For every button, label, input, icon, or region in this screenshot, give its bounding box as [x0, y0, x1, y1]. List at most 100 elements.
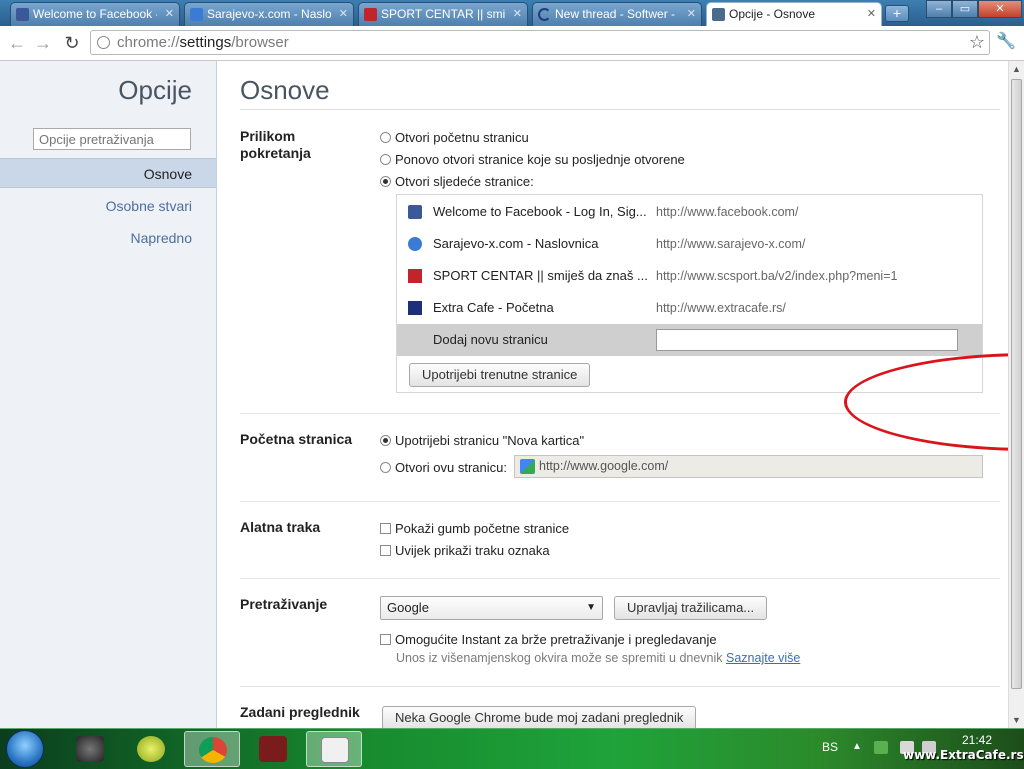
back-button[interactable]: ← — [6, 32, 28, 54]
scrollbar[interactable]: ▲ ▼ — [1008, 61, 1024, 728]
close-icon[interactable]: ✕ — [513, 3, 522, 25]
extra-cafe-icon — [408, 301, 422, 315]
close-icon[interactable]: ✕ — [687, 3, 696, 25]
checkbox-instant[interactable]: Omogućite Instant za brže pretraživanje … — [380, 632, 717, 647]
radio-selected-icon — [380, 435, 391, 446]
section-label-startup: Prilikom pokretanja — [240, 128, 311, 161]
startup-pages-list: Welcome to Facebook - Log In, Sig... htt… — [396, 194, 983, 393]
sidebar-title: Opcije — [118, 75, 192, 105]
reload-button[interactable]: ↻ — [61, 32, 83, 54]
checkbox-bookmarks-bar[interactable]: Uvijek prikaži traku oznaka — [380, 543, 550, 558]
list-item[interactable]: SPORT CENTAR || smiješ da znaš ... http:… — [397, 260, 982, 292]
scroll-up-arrow-icon[interactable]: ▲ — [1009, 61, 1024, 77]
sidebar-item-osnove[interactable]: Osnove — [0, 158, 216, 188]
minimize-button[interactable]: – — [926, 0, 952, 18]
tab-label: Welcome to Facebook - — [33, 7, 157, 21]
game-icon — [76, 736, 104, 762]
omnibox-url: chrome://settings/browser — [117, 34, 289, 51]
star-icon[interactable]: ☆ — [969, 32, 985, 53]
sidebar-item-napredno[interactable]: Napredno — [0, 223, 216, 253]
divider — [240, 578, 1000, 579]
forward-button[interactable]: → — [32, 32, 54, 54]
tab-sport-centar[interactable]: SPORT CENTAR || smiješ ✕ — [358, 2, 528, 26]
sidebar: Opcije Osnove Osobne stvari Napredno — [0, 61, 217, 728]
set-default-browser-button[interactable]: Neka Google Chrome bude moj zadani pregl… — [382, 706, 697, 728]
list-item[interactable]: Extra Cafe - Početna http://www.extracaf… — [397, 292, 982, 324]
tray-expand-icon[interactable]: ▲ — [852, 741, 862, 752]
learn-more-link[interactable]: Saznajte više — [726, 651, 800, 665]
radio-homepage-open[interactable]: Otvori ovu stranicu: — [380, 460, 507, 475]
maximize-button[interactable]: ▭ — [952, 0, 978, 18]
section-label-default-browser: Zadani preglednik — [240, 704, 360, 720]
taskbar-app-game[interactable] — [62, 731, 118, 767]
google-icon — [520, 459, 535, 474]
taskbar: BS ▲ 21:42 www.ExtraCafe.rs — [0, 728, 1024, 769]
homepage-url-field[interactable]: http://www.google.com/ — [514, 455, 983, 478]
omnibox[interactable]: chrome://settings/browser ☆ — [90, 30, 990, 55]
radio-selected-icon — [380, 176, 391, 187]
loading-icon — [538, 8, 551, 21]
radio-startup-homepage[interactable]: Otvori početnu stranicu — [380, 130, 529, 145]
sidebar-item-osobne-stvari[interactable]: Osobne stvari — [0, 191, 216, 221]
utorrent-icon — [259, 736, 287, 762]
radio-icon — [380, 154, 391, 165]
tab-new-thread[interactable]: New thread - Softwer - ✕ — [532, 2, 702, 26]
search-input[interactable] — [33, 128, 191, 150]
scrollbar-thumb[interactable] — [1011, 79, 1022, 689]
settings-main: Osnove Prilikom pokretanja Otvori početn… — [217, 61, 1008, 728]
page-title: Osnove — [240, 75, 330, 105]
taskbar-app-chrome[interactable] — [184, 731, 240, 767]
tab-opcije[interactable]: Opcije - Osnove ✕ — [706, 2, 882, 27]
tab-sarajevo-x[interactable]: Sarajevo-x.com - Naslov ✕ — [184, 2, 354, 26]
close-icon[interactable]: ✕ — [165, 3, 174, 25]
wrench-icon[interactable]: 🔧 — [996, 31, 1016, 51]
close-icon[interactable]: ✕ — [867, 3, 876, 25]
divider — [240, 109, 1000, 110]
checkbox-icon — [380, 523, 391, 534]
add-page-label: Dodaj novu stranicu — [433, 332, 548, 347]
list-item[interactable]: Welcome to Facebook - Log In, Sig... htt… — [397, 196, 982, 228]
sarajevo-x-icon — [408, 237, 422, 251]
language-indicator[interactable]: BS — [822, 740, 838, 754]
clock[interactable]: 21:42 — [962, 733, 992, 747]
tab-label: Opcije - Osnove — [729, 7, 816, 21]
taskbar-app-utorrent[interactable] — [245, 731, 301, 767]
list-item[interactable]: Sarajevo-x.com - Naslovnica http://www.s… — [397, 228, 982, 260]
wrench-icon — [712, 8, 725, 21]
taskbar-app-tennis[interactable] — [123, 731, 179, 767]
checkbox-show-home-button[interactable]: Pokaži gumb početne stranice — [380, 521, 569, 536]
radio-startup-restore[interactable]: Ponovo otvori stranice koje su posljednj… — [380, 152, 685, 167]
facebook-icon — [16, 8, 29, 21]
section-label-homepage: Početna stranica — [240, 431, 353, 447]
add-page-input[interactable] — [656, 329, 958, 351]
section-label-search: Pretraživanje — [240, 596, 328, 612]
globe-icon — [97, 36, 110, 49]
instant-hint: Unos iz višenamjenskog okvira može se sp… — [396, 651, 801, 665]
search-engine-select[interactable]: Google ▼ — [380, 596, 603, 620]
radio-startup-open-pages[interactable]: Otvori sljedeće stranice: — [380, 174, 534, 189]
tab-label: SPORT CENTAR || smiješ — [381, 7, 505, 21]
use-current-pages-button[interactable]: Upotrijebi trenutne stranice — [409, 363, 591, 387]
scroll-down-arrow-icon[interactable]: ▼ — [1009, 712, 1024, 728]
chrome-icon — [199, 737, 227, 763]
radio-icon — [380, 462, 391, 473]
close-icon[interactable]: ✕ — [339, 3, 348, 25]
tab-facebook[interactable]: Welcome to Facebook - ✕ — [10, 2, 180, 26]
radio-icon — [380, 132, 391, 143]
close-window-button[interactable]: ✕ — [978, 0, 1022, 18]
browser-toolbar: ← → ↻ chrome://settings/browser ☆ 🔧 — [0, 26, 1024, 61]
add-page-row: Dodaj novu stranicu — [397, 324, 982, 356]
divider — [240, 686, 1000, 687]
radio-homepage-newtab[interactable]: Upotrijebi stranicu "Nova kartica" — [380, 433, 584, 448]
flag-icon[interactable] — [874, 741, 888, 754]
checkbox-icon — [380, 634, 391, 645]
new-tab-button[interactable]: + — [885, 5, 909, 22]
divider — [240, 501, 1000, 502]
section-label-toolbar: Alatna traka — [240, 519, 321, 535]
taskbar-app-document[interactable] — [306, 731, 362, 767]
start-button[interactable] — [6, 730, 44, 768]
sport-centar-icon — [364, 8, 377, 21]
tab-label: Sarajevo-x.com - Naslov — [207, 7, 331, 21]
tab-strip: Welcome to Facebook - ✕ Sarajevo-x.com -… — [0, 0, 1024, 27]
manage-search-engines-button[interactable]: Upravljaj tražilicama... — [614, 596, 768, 620]
